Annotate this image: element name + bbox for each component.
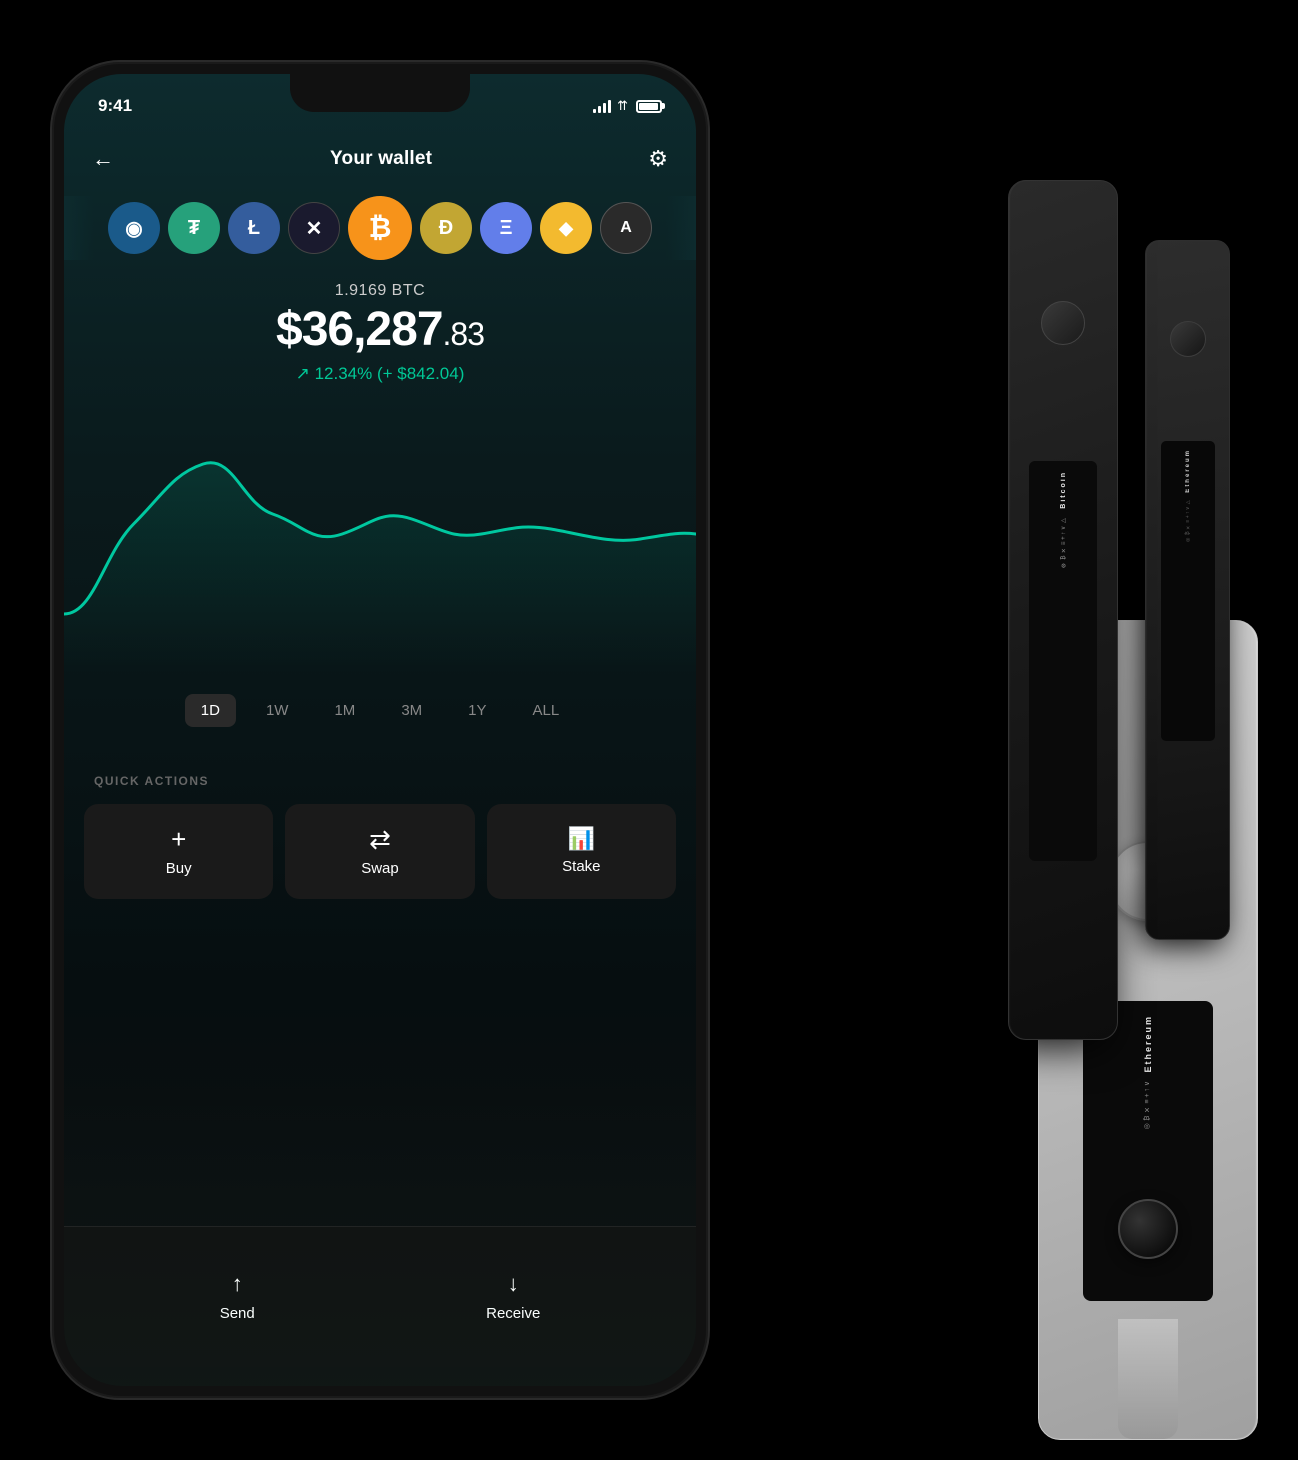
time-filter-3m[interactable]: 3M bbox=[385, 694, 438, 727]
phone-screen: 9:41 ⇈ ← Your wallet ⚙ ◉ bbox=[64, 74, 696, 1386]
btc-amount: 1.9169 BTC bbox=[64, 282, 696, 300]
app-scene: 9:41 ⇈ ← Your wallet ⚙ ◉ bbox=[0, 0, 1298, 1460]
swap-button[interactable]: ⇄ Swap bbox=[285, 804, 474, 899]
buy-label: Buy bbox=[166, 860, 192, 877]
coin-xrp[interactable]: ✕ bbox=[288, 202, 340, 254]
time-filter-1m[interactable]: 1M bbox=[318, 694, 371, 727]
price-chart bbox=[64, 414, 696, 674]
send-icon: ↑ bbox=[232, 1271, 243, 1297]
coin-ethereum[interactable]: Ξ bbox=[480, 202, 532, 254]
ledger-nano-x-black-1: Bitcoin ⚙ ₿ ✕ ≡ + ↑ ∨ ▷ bbox=[1008, 180, 1118, 1040]
ledger-white-screen-text: Ethereum bbox=[1143, 1015, 1153, 1073]
ledger-black1-screen: Bitcoin ⚙ ₿ ✕ ≡ + ↑ ∨ ▷ bbox=[1029, 461, 1097, 861]
receive-button[interactable]: ↓ Receive bbox=[486, 1271, 540, 1322]
coin-row-fade-left bbox=[64, 196, 94, 260]
send-button[interactable]: ↑ Send bbox=[220, 1271, 255, 1322]
ledger-black1-screen-text: Bitcoin bbox=[1060, 471, 1067, 509]
coin-algo[interactable]: A bbox=[600, 202, 652, 254]
usd-cents: .83 bbox=[443, 316, 484, 352]
coin-partial[interactable]: ◉ bbox=[108, 202, 160, 254]
side-button-power bbox=[707, 362, 710, 482]
coin-row: ◉ ₮ Ł ✕ ₿ Ð Ξ bbox=[64, 196, 696, 260]
settings-button[interactable]: ⚙ bbox=[648, 146, 668, 172]
page-title: Your wallet bbox=[330, 148, 432, 170]
phone-device: 9:41 ⇈ ← Your wallet ⚙ ◉ bbox=[50, 60, 710, 1400]
quick-actions-label: QUICK ACTIONS bbox=[94, 774, 209, 788]
ledger-nano-x-black-2: Ethereum ◎ ₿ ✕ ≡ + ↑ ∨ ▷ bbox=[1145, 240, 1230, 940]
swap-icon: ⇄ bbox=[369, 826, 391, 852]
side-button-volume-down bbox=[50, 452, 53, 542]
side-button-volume-up bbox=[50, 342, 53, 432]
quick-actions-row: + Buy ⇄ Swap 📊 Stake bbox=[84, 804, 676, 899]
buy-button[interactable]: + Buy bbox=[84, 804, 273, 899]
usd-amount: $36,287.83 bbox=[64, 306, 696, 354]
coin-litecoin[interactable]: Ł bbox=[228, 202, 280, 254]
stake-label: Stake bbox=[562, 858, 600, 875]
receive-icon: ↓ bbox=[508, 1271, 519, 1297]
stake-button[interactable]: 📊 Stake bbox=[487, 804, 676, 899]
time-filter-all[interactable]: ALL bbox=[517, 694, 576, 727]
status-icons: ⇈ bbox=[593, 98, 662, 114]
receive-label: Receive bbox=[486, 1305, 540, 1322]
swap-label: Swap bbox=[361, 860, 399, 877]
ledger-white-button-bottom bbox=[1118, 1199, 1178, 1259]
coin-dogecoin[interactable]: Ð bbox=[420, 202, 472, 254]
time-filter-1d[interactable]: 1D bbox=[185, 694, 236, 727]
ledger-black2-screen-text: Ethereum bbox=[1185, 449, 1191, 493]
back-button[interactable]: ← bbox=[92, 146, 114, 172]
notch bbox=[290, 74, 470, 112]
bottom-bar: ↑ Send ↓ Receive bbox=[64, 1226, 696, 1386]
time-filter-1w[interactable]: 1W bbox=[250, 694, 305, 727]
stake-icon: 📊 bbox=[568, 828, 595, 850]
ledger-black1-button bbox=[1041, 301, 1085, 345]
ledger-white-connector bbox=[1118, 1319, 1178, 1439]
battery-icon bbox=[636, 100, 662, 113]
balance-area: 1.9169 BTC $36,287.83 ↗ 12.34% (+ $842.0… bbox=[64, 282, 696, 384]
time-filters: 1D 1W 1M 3M 1Y ALL bbox=[64, 694, 696, 727]
wifi-icon: ⇈ bbox=[617, 98, 628, 114]
signal-icon bbox=[593, 99, 611, 113]
ledger-black2-screen: Ethereum ◎ ₿ ✕ ≡ + ↑ ∨ ▷ bbox=[1161, 441, 1215, 741]
ledger-black2-button bbox=[1170, 321, 1206, 357]
send-label: Send bbox=[220, 1305, 255, 1322]
coin-tether[interactable]: ₮ bbox=[168, 202, 220, 254]
header: ← Your wallet ⚙ bbox=[64, 134, 696, 184]
change-percent: ↗ 12.34% (+ $842.04) bbox=[64, 364, 696, 384]
coin-bnb[interactable]: ◆ bbox=[540, 202, 592, 254]
side-button-silent bbox=[50, 262, 53, 322]
usd-whole: $36,287 bbox=[276, 303, 443, 356]
coin-row-fade-right bbox=[666, 196, 696, 260]
coin-bitcoin[interactable]: ₿ bbox=[348, 196, 412, 260]
time-filter-1y[interactable]: 1Y bbox=[452, 694, 502, 727]
status-time: 9:41 bbox=[98, 96, 132, 116]
buy-icon: + bbox=[171, 826, 186, 852]
